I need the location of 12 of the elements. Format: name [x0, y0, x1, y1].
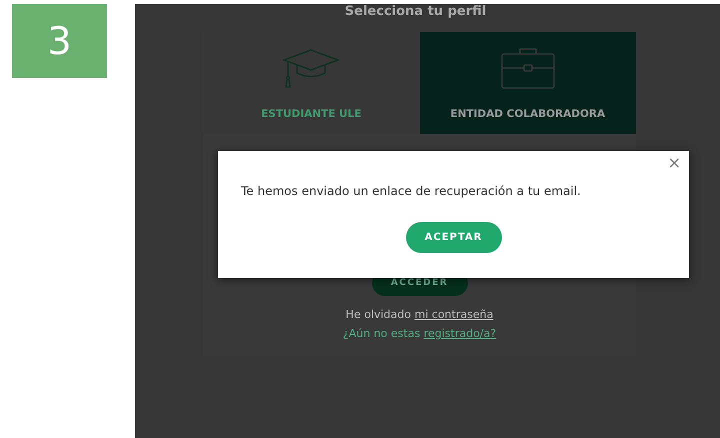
page-heading: Selecciona tu perfil [344, 4, 486, 20]
graduation-cap-icon [282, 48, 340, 90]
help-link[interactable]: mi contraseña [414, 308, 494, 321]
help-text: He olvidado mi contraseña [346, 308, 494, 321]
help-link[interactable]: registrado/a? [424, 327, 496, 340]
briefcase-icon [500, 46, 556, 90]
step-number: 3 [12, 4, 107, 78]
close-button[interactable]: × [666, 153, 683, 172]
profile-tab[interactable]: ENTIDAD COLABORADORA [420, 32, 636, 134]
help-text: ¿Aún no estas registrado/a? [342, 327, 496, 340]
accept-button[interactable]: ACEPTAR [406, 222, 502, 253]
dialog-message: Te hemos enviado un enlace de recuperación a tu email. [241, 184, 581, 198]
